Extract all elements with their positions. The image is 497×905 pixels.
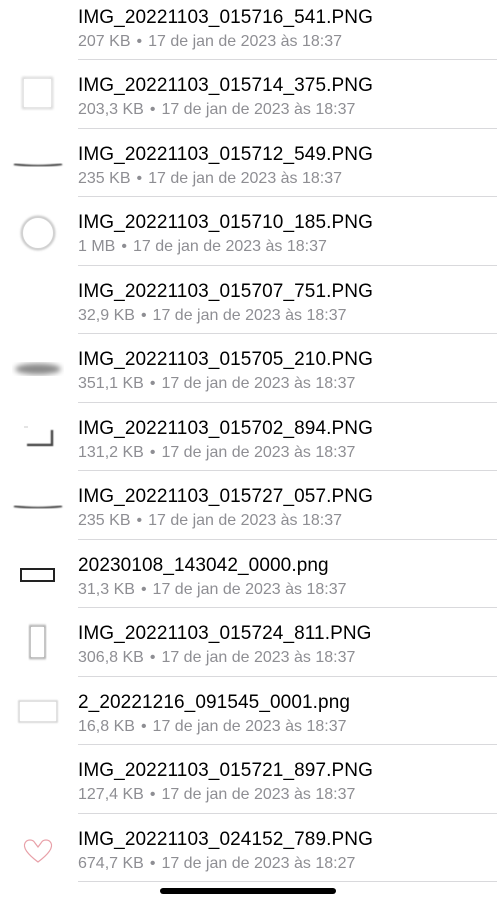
meta-separator: • [149, 854, 156, 872]
meta-separator: • [140, 580, 147, 598]
file-size: 203,3 KB [78, 101, 144, 118]
file-meta: 235 KB • 17 de jan de 2023 às 18:37 [78, 170, 342, 188]
file-size: 32,9 KB [78, 306, 135, 324]
file-meta: 306,8 KB • 17 de jan de 2023 às 18:37 [78, 649, 355, 667]
file-meta: 32,9 KB • 17 de jan de 2023 às 18:37 [78, 307, 347, 325]
meta-separator: • [136, 32, 143, 50]
wide-rectangle-thumbnail [12, 685, 64, 737]
file-row[interactable]: IMG_20221103_015721_897.PNG 127,4 KB • 17 d… [0, 745, 497, 814]
file-row[interactable]: IMG_20221103_015724_811.PNG 306,8 KB • 17 d… [0, 608, 497, 677]
file-name: IMG_20221103_015724_811.PNG [78, 623, 372, 644]
file-meta: 235 KB • 17 de jan de 2023 às 18:37 [78, 512, 342, 530]
file-name: 2_20221216_091545_0001.png [78, 691, 351, 713]
file-date: 17 de jan de 2023 às 18:37 [148, 169, 343, 187]
meta-separator: • [140, 306, 147, 324]
row-divider [78, 881, 497, 882]
rectangle-outline-thumbnail [12, 548, 64, 600]
file-size: 127,4 KB [78, 786, 144, 803]
meta-separator: • [149, 443, 156, 461]
file-meta: 131,2 KB • 17 de jan de 2023 às 18:37 [78, 444, 355, 462]
file-name: 20230108_143042_0000.png [78, 554, 329, 576]
file-row[interactable]: IMG_20221103_015702_894.PNG 131,2 KB • 17 d… [0, 403, 497, 471]
file-name: IMG_20221103_015712_549.PNG [78, 143, 373, 165]
file-name: IMG_20221103_015710_185.PNG [78, 212, 373, 233]
meta-separator: • [136, 169, 143, 187]
file-date: 17 de jan de 2023 às 18:37 [161, 649, 356, 666]
circle-thumbnail [12, 205, 64, 257]
thin-line-thumbnail [12, 753, 64, 805]
file-meta: 127,4 KB • 17 de jan de 2023 às 18:37 [78, 786, 355, 804]
square-thumbnail [12, 68, 64, 120]
meta-separator: • [149, 101, 156, 118]
meta-separator: • [149, 649, 156, 666]
file-row[interactable]: IMG_20221103_015714_375.PNG 203,3 KB • 17 d… [0, 60, 497, 129]
file-row[interactable]: IMG_20221103_015727_057.PNG 235 KB • 17 de … [0, 471, 497, 540]
file-date: 17 de jan de 2023 às 18:37 [161, 786, 356, 803]
tall-rectangle-thumbnail [12, 616, 64, 668]
file-name: IMG_20221103_015721_897.PNG [78, 760, 373, 781]
file-row[interactable]: IMG_20221103_015707_751.PNG 32,9 KB • 17 de… [0, 266, 497, 334]
meta-separator: • [140, 717, 147, 735]
file-size: 131,2 KB [78, 443, 144, 461]
file-name: IMG_20221103_015707_751.PNG [78, 280, 373, 302]
file-row[interactable]: IMG_20221103_015705_210.PNG 351,1 KB • 17 d… [0, 334, 497, 403]
thin-line-thumbnail [12, 274, 64, 326]
meta-separator: • [121, 238, 127, 255]
file-row[interactable]: IMG_20221103_015716_541.PNG 207 KB • 17 de … [0, 0, 497, 60]
file-name: IMG_20221103_015705_210.PNG [78, 349, 373, 370]
file-meta: 16,8 KB • 17 de jan de 2023 às 18:37 [78, 718, 347, 736]
file-size: 1 MB [78, 238, 116, 255]
file-size: 306,8 KB [78, 649, 144, 666]
meta-separator: • [136, 512, 143, 529]
dark-line-thumbnail [12, 137, 64, 189]
thin-line-thumbnail [12, 0, 64, 52]
file-name: IMG_20221103_015714_375.PNG [78, 75, 373, 96]
file-date: 17 de jan de 2023 às 18:27 [161, 854, 356, 872]
file-name: IMG_20221103_015727_057.PNG [78, 486, 373, 507]
home-indicator[interactable] [160, 888, 336, 894]
file-row[interactable]: IMG_20221103_024152_789.PNG 674,7 KB • 17 d… [0, 814, 497, 882]
file-row[interactable]: 2_20221216_091545_0001.png 16,8 KB • 17 de … [0, 677, 497, 745]
file-size: 235 KB [78, 512, 131, 529]
blurred-ellipse-thumbnail [12, 342, 64, 394]
file-meta: 1 MB • 17 de jan de 2023 às 18:37 [78, 238, 327, 256]
file-name: IMG_20221103_015702_894.PNG [78, 417, 373, 439]
dark-line-thumbnail [12, 479, 64, 531]
file-date: 17 de jan de 2023 às 18:37 [148, 512, 343, 529]
file-meta: 31,3 KB • 17 de jan de 2023 às 18:37 [78, 581, 347, 599]
file-size: 31,3 KB [78, 580, 135, 598]
file-date: 17 de jan de 2023 às 18:37 [152, 580, 347, 598]
file-size: 207 KB [78, 32, 131, 50]
file-date: 17 de jan de 2023 às 18:37 [152, 306, 347, 324]
file-meta: 674,7 KB • 17 de jan de 2023 às 18:27 [78, 855, 355, 873]
file-row[interactable]: IMG_20221103_015710_185.PNG 1 MB • 17 de ja… [0, 197, 497, 266]
file-date: 17 de jan de 2023 às 18:37 [161, 101, 356, 118]
meta-separator: • [149, 786, 156, 803]
file-name: IMG_20221103_024152_789.PNG [78, 828, 373, 850]
file-date: 17 de jan de 2023 às 18:37 [161, 443, 356, 461]
file-meta: 203,3 KB • 17 de jan de 2023 às 18:37 [78, 101, 355, 119]
file-size: 16,8 KB [78, 717, 135, 735]
corner-thumbnail [12, 411, 64, 463]
heart-thumbnail [12, 822, 64, 874]
file-row[interactable]: IMG_20221103_015712_549.PNG 235 KB • 17 de … [0, 129, 497, 197]
file-date: 17 de jan de 2023 às 18:37 [132, 238, 327, 255]
file-meta: 207 KB • 17 de jan de 2023 às 18:37 [78, 33, 342, 51]
file-date: 17 de jan de 2023 às 18:37 [161, 375, 356, 392]
meta-separator: • [149, 375, 156, 392]
file-date: 17 de jan de 2023 às 18:37 [152, 717, 347, 735]
file-name: IMG_20221103_015716_541.PNG [78, 6, 373, 28]
file-row[interactable]: 20230108_143042_0000.png 31,3 KB • 17 de ja… [0, 540, 497, 608]
file-size: 351,1 KB [78, 375, 144, 392]
file-date: 17 de jan de 2023 às 18:37 [148, 32, 343, 50]
file-size: 674,7 KB [78, 854, 144, 872]
file-meta: 351,1 KB • 17 de jan de 2023 às 18:37 [78, 375, 355, 393]
file-size: 235 KB [78, 169, 131, 187]
